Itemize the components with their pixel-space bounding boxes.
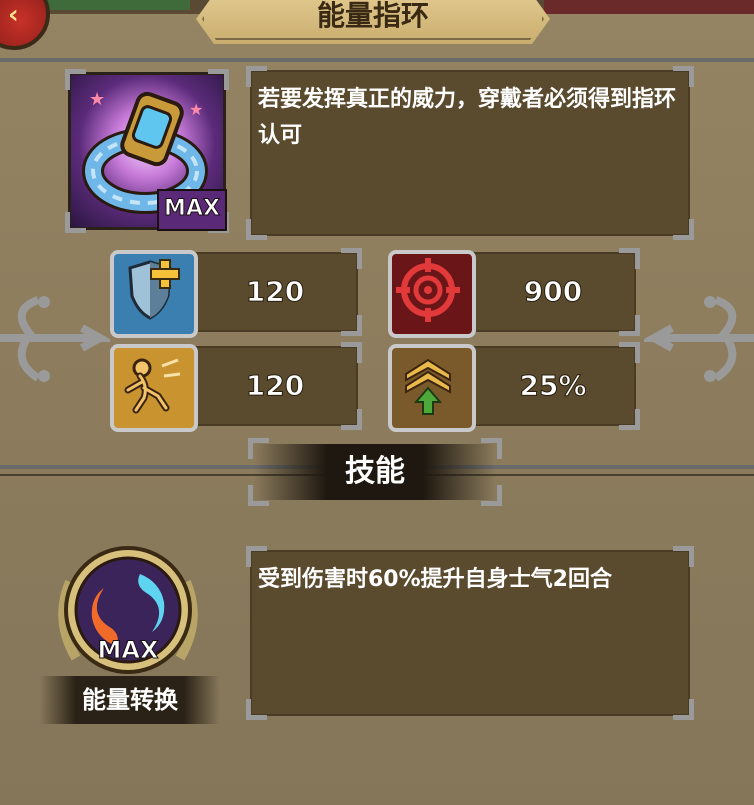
right-ornament-icon: [644, 296, 754, 382]
skill-section-header: 技能: [248, 438, 502, 506]
yin-yang-energy-icon[interactable]: [52, 542, 204, 692]
svg-text:★: ★: [189, 100, 203, 119]
item-icon-frame[interactable]: ★ ★ MAX: [65, 69, 229, 233]
stat-defense: 120: [110, 248, 362, 338]
stat-speed: 120: [110, 342, 362, 432]
left-ornament-icon: [0, 296, 110, 382]
stat-accuracy: 900: [388, 248, 640, 338]
item-description: 若要发挥真正的威力，穿戴者必须得到指环认可: [258, 87, 677, 148]
skill-name: 能量转换: [82, 686, 178, 714]
target-crosshair-icon: [388, 250, 476, 338]
rank-up-arrow-icon: [388, 344, 476, 432]
stat-speed-value: 120: [245, 369, 305, 403]
skill-name-bar: 能量转换: [40, 676, 220, 724]
skill-description: 受到伤害时60%提升自身士气2回合: [258, 567, 612, 592]
top-strip-green: [40, 0, 190, 10]
frame-divider-top: [0, 58, 754, 62]
skill-description-box: 受到伤害时60%提升自身士气2回合: [246, 546, 694, 720]
stat-bonus-value: 25%: [519, 369, 587, 403]
svg-text:★: ★: [89, 89, 105, 110]
speed-figure-icon: [110, 344, 198, 432]
page-title: 能量指环: [316, 0, 429, 32]
item-max-badge: MAX: [157, 189, 227, 231]
stat-defense-value: 120: [245, 275, 305, 309]
skill-max-badge: MAX: [97, 636, 159, 665]
item-description-box: 若要发挥真正的威力，穿戴者必须得到指环认可: [246, 66, 694, 240]
skill-section-title: 技能: [345, 454, 405, 489]
chevron-left-icon: ‹: [8, 0, 19, 30]
shield-plus-icon: [110, 250, 198, 338]
stat-bonus: 25%: [388, 342, 640, 432]
stat-accuracy-value: 900: [523, 275, 583, 309]
top-strip-red: [544, 0, 754, 14]
